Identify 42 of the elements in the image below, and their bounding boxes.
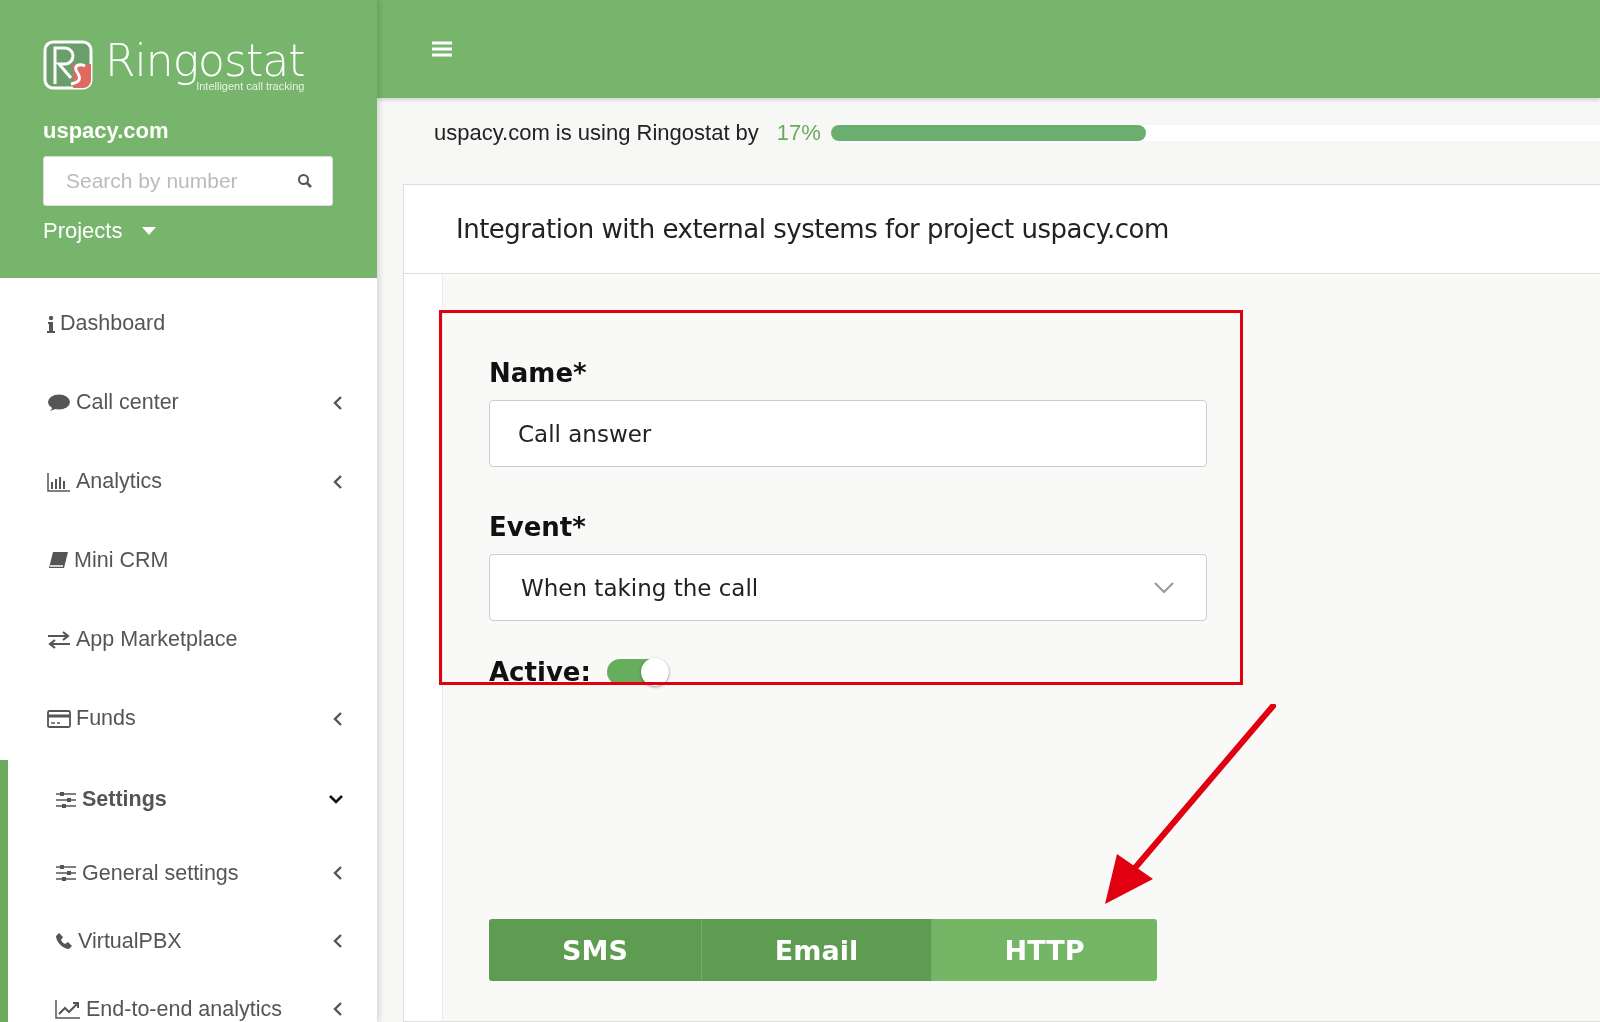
chevron-left-icon	[333, 866, 343, 880]
sidebar-item[interactable]: End-to-end analytics	[8, 975, 377, 1022]
chevron-left-icon	[333, 1002, 343, 1016]
active-toggle[interactable]	[606, 659, 669, 685]
field-label: Event*	[489, 512, 587, 542]
chevron-left-icon	[333, 934, 343, 948]
panel-title: Integration with external systems for project uspacy.com	[456, 214, 1169, 244]
field-label: Active:	[489, 657, 591, 687]
sidebar-item[interactable]: Analytics	[0, 442, 377, 521]
chevron-left-icon	[333, 395, 343, 410]
phone-icon	[55, 932, 73, 950]
info-icon	[47, 314, 55, 333]
sidebar-item[interactable]: Funds	[0, 679, 377, 758]
credit-card-icon	[47, 708, 71, 729]
bar-chart-icon	[47, 471, 71, 492]
usage-text: uspacy.com is using Ringostat by	[434, 120, 759, 146]
sidebar-item[interactable]: General settings	[8, 839, 377, 907]
sidebar-item[interactable]: Settings	[8, 760, 377, 839]
chevron-down-icon	[329, 794, 343, 805]
search-icon	[297, 173, 313, 189]
sidebar-item[interactable]: Mini CRM	[0, 521, 377, 600]
line-chart-icon	[55, 999, 81, 1019]
project-name: uspacy.com	[43, 118, 170, 144]
chevron-left-icon	[333, 711, 343, 726]
sidebar-item[interactable]: VirtualPBX	[8, 907, 377, 975]
field-label: Name*	[489, 358, 588, 388]
logo-icon	[43, 40, 93, 90]
sliders-icon	[55, 790, 77, 809]
event-dropdown[interactable]: When taking the call	[489, 554, 1207, 621]
chevron-down-icon	[1154, 581, 1174, 594]
sidebar-item[interactable]: App Marketplace	[0, 600, 377, 679]
caret-icon	[142, 227, 157, 235]
sidebar-item[interactable]: Dashboard	[0, 284, 377, 363]
name-field[interactable]: Call answer	[489, 400, 1207, 467]
book-icon	[47, 550, 69, 571]
chevron-left-icon	[333, 474, 343, 489]
sidebar-item[interactable]: Call center	[0, 363, 377, 442]
usage-percent: 17%	[776, 120, 821, 146]
speech-bubble-icon	[47, 392, 71, 413]
swap-arrows-icon	[47, 630, 71, 649]
sliders-icon	[55, 864, 77, 882]
search-field[interactable]: Search by number	[43, 156, 333, 206]
